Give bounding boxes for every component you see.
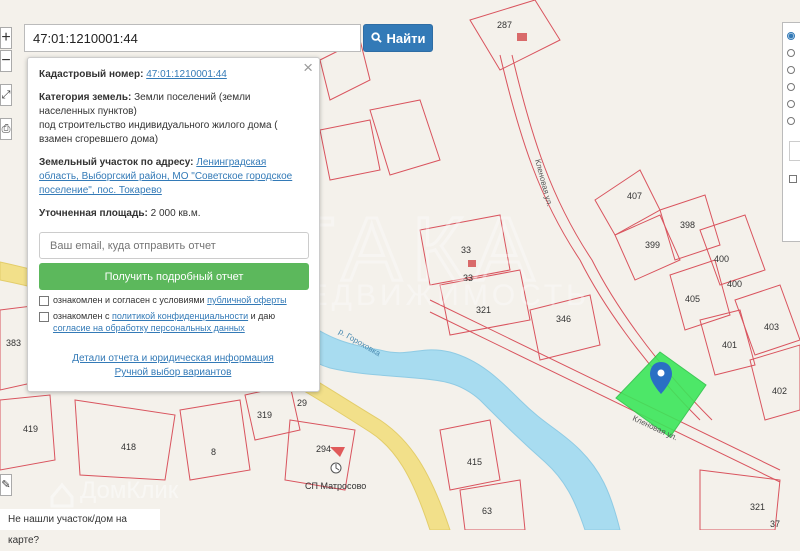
privacy-consent-checkbox[interactable]	[39, 312, 49, 322]
parcel-label: 401	[722, 340, 737, 350]
manual-select-link[interactable]: Ручной выбор вариантов	[115, 367, 232, 378]
print-icon[interactable]: ⎙	[0, 118, 12, 140]
parcel-label: 37	[770, 519, 780, 529]
search-input[interactable]	[25, 25, 360, 51]
consent-text: ознакомлен и согласен с условиями	[53, 295, 205, 305]
parcel-label: 407	[627, 191, 642, 201]
parcel-label: 402	[772, 386, 787, 396]
parcel-label: 29	[297, 398, 307, 408]
parcel-label: 399	[645, 240, 660, 250]
parcel-info-popup: × Кадастровый номер: 47:01:1210001:44 Ка…	[27, 57, 320, 392]
parcel-label: 418	[121, 442, 136, 452]
layer-checkbox[interactable]	[789, 175, 797, 183]
poi-label: СП Матросово	[305, 481, 366, 491]
parcel-label: 398	[680, 220, 695, 230]
category-value: под строительство индивидуального жилого…	[39, 120, 278, 131]
consent-text: ознакомлен с	[53, 311, 110, 321]
address-link[interactable]: поселение", пос. Токарево	[39, 185, 162, 196]
not-found-prompt[interactable]: Не нашли участок/дом на карте?	[0, 509, 160, 546]
layer-radio[interactable]	[787, 32, 795, 40]
offer-consent-checkbox[interactable]	[39, 296, 49, 306]
parcel-label: 415	[467, 457, 482, 467]
parcel-label: 346	[556, 314, 571, 324]
parcel-label: 287	[497, 20, 512, 30]
category-value: взамен сгоревшего дома)	[39, 134, 159, 145]
cadastral-number-link[interactable]: 47:01:1210001:44	[146, 69, 227, 80]
category-value: Земли поселений (земли	[134, 92, 251, 103]
zoom-in-button[interactable]: +	[0, 27, 12, 49]
search-icon	[370, 31, 382, 46]
address-link[interactable]: Ленинградская	[196, 157, 266, 168]
close-icon[interactable]: ×	[303, 59, 313, 76]
parcel-label: 319	[257, 410, 272, 420]
layer-radio[interactable]	[787, 49, 795, 57]
search-field[interactable]	[24, 24, 361, 52]
email-input[interactable]	[39, 232, 309, 259]
address-link[interactable]: область, Выборгский район, МО "Советское…	[39, 171, 292, 182]
parcel-label: 419	[23, 424, 38, 434]
consent-text: и даю	[250, 311, 276, 321]
privacy-policy-link[interactable]: политикой конфиденциальности	[112, 311, 248, 321]
public-offer-link[interactable]: публичной оферты	[207, 295, 287, 305]
category-value: населенных пунктов)	[39, 106, 137, 117]
parcel-label: 8	[211, 447, 216, 457]
find-button-label: Найти	[386, 30, 426, 46]
layer-radio[interactable]	[787, 100, 795, 108]
address-label: Земельный участок по адресу:	[39, 157, 194, 168]
details-link[interactable]: Детали отчета и юридическая информация	[72, 353, 274, 364]
svg-text:НЕДВИЖИМОСТЬ: НЕДВИЖИМОСТЬ	[282, 279, 590, 312]
svg-text:ДомКлик: ДомКлик	[80, 477, 179, 504]
parcel-label: 403	[764, 322, 779, 332]
get-report-button[interactable]: Получить подробный отчет	[39, 263, 309, 290]
parcel-label: 383	[6, 338, 21, 348]
layer-panel	[782, 22, 800, 242]
cadastral-label: Кадастровый номер:	[39, 69, 144, 80]
parcel-label: 63	[482, 506, 492, 516]
parcel-label: 400	[714, 254, 729, 264]
layer-select[interactable]	[789, 141, 800, 161]
layer-radio[interactable]	[787, 66, 795, 74]
parcel-label: 321	[750, 502, 765, 512]
fullscreen-icon[interactable]: ⤢	[0, 84, 12, 106]
personal-data-link[interactable]: согласие на обработку персональных данны…	[53, 323, 245, 333]
zoom-out-button[interactable]: −	[0, 50, 12, 72]
layer-radio[interactable]	[787, 117, 795, 125]
layer-radio[interactable]	[787, 83, 795, 91]
find-button[interactable]: Найти	[363, 24, 433, 52]
parcel-label: 400	[727, 279, 742, 289]
category-label: Категория земель:	[39, 92, 132, 103]
area-value: 2 000 кв.м.	[150, 208, 201, 219]
draw-icon[interactable]: ✎	[0, 474, 12, 496]
area-label: Уточненная площадь:	[39, 208, 148, 219]
parcel-label: 294	[316, 444, 331, 454]
parcel-label: 405	[685, 294, 700, 304]
